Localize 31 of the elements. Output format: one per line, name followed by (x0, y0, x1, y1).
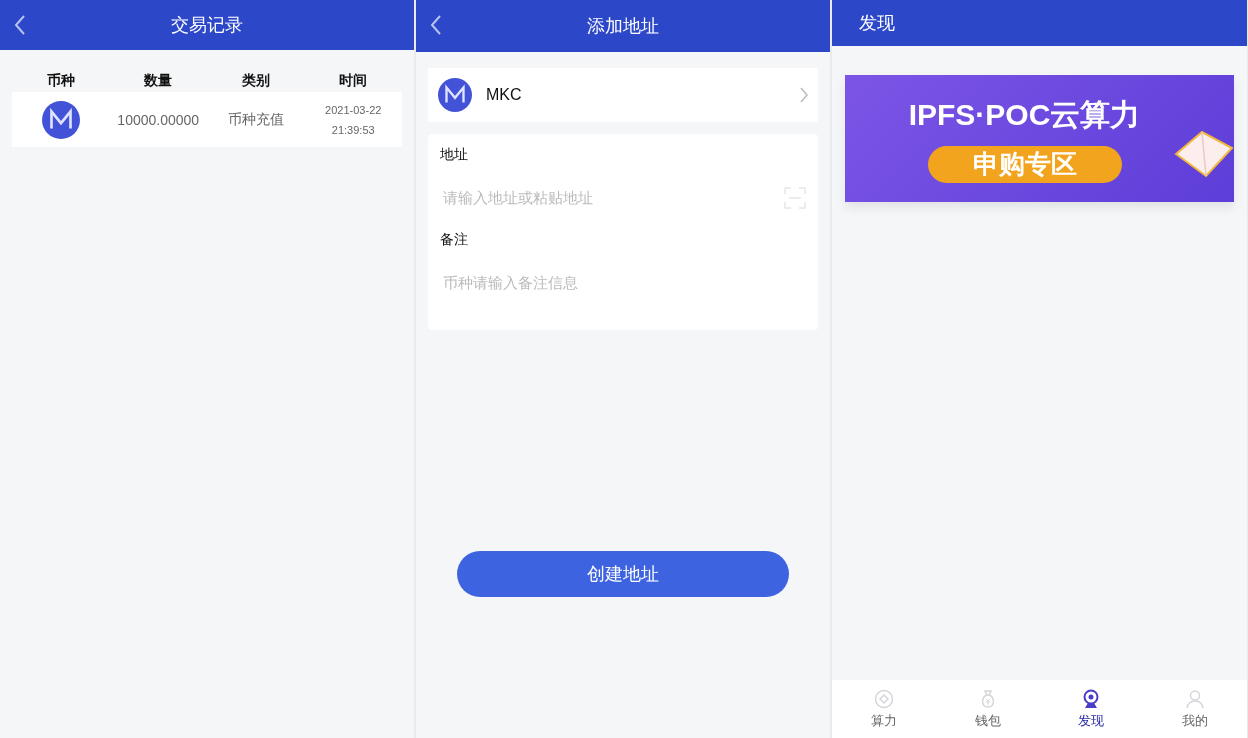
column-header: 类别 (240, 72, 271, 90)
screen-title: 添加地址 (587, 15, 659, 38)
column-header: 币种 (45, 72, 76, 90)
coin-logo-icon (41, 100, 80, 139)
column-header: 数量 (143, 72, 174, 90)
target-icon (873, 688, 894, 709)
back-icon[interactable] (14, 14, 26, 36)
banner-headline: IPFS·POC云算力 (908, 96, 1141, 133)
coin-selector[interactable]: MKC (428, 68, 818, 122)
input-field[interactable]: 请输入地址或粘贴地址 (440, 189, 784, 206)
screen-title: 发现 (859, 12, 895, 35)
promo-banner[interactable]: IPFS·POC云算力 申购专区 (845, 75, 1234, 202)
amount-cell-text: 10000.00000 (116, 111, 201, 128)
date-text: 2021-03-22 (325, 103, 382, 116)
nav-tab[interactable]: 我的 (1143, 680, 1247, 738)
nav-tab[interactable]: 发现 (1039, 680, 1144, 738)
field-label: 地址 (440, 146, 469, 164)
banner-badge: 申购专区 (927, 145, 1122, 183)
back-icon[interactable] (430, 14, 442, 36)
nav-tab[interactable]: 钱包 (935, 680, 1040, 738)
type-cell-text: 币种充值 (226, 110, 285, 129)
column-header: 时间 (338, 72, 369, 90)
field-label: 备注 (440, 231, 469, 249)
time-text: 21:39:53 (331, 123, 375, 136)
create-address-button[interactable]: 创建地址 (457, 551, 789, 597)
chevron-right-icon (800, 87, 808, 103)
person-icon (1185, 688, 1206, 709)
coin-logo-icon (438, 78, 472, 112)
input-field[interactable]: 币种请输入备注信息 (440, 274, 806, 291)
screen-title: 交易记录 (171, 14, 243, 37)
nav-tab[interactable]: 算力 (832, 680, 936, 738)
